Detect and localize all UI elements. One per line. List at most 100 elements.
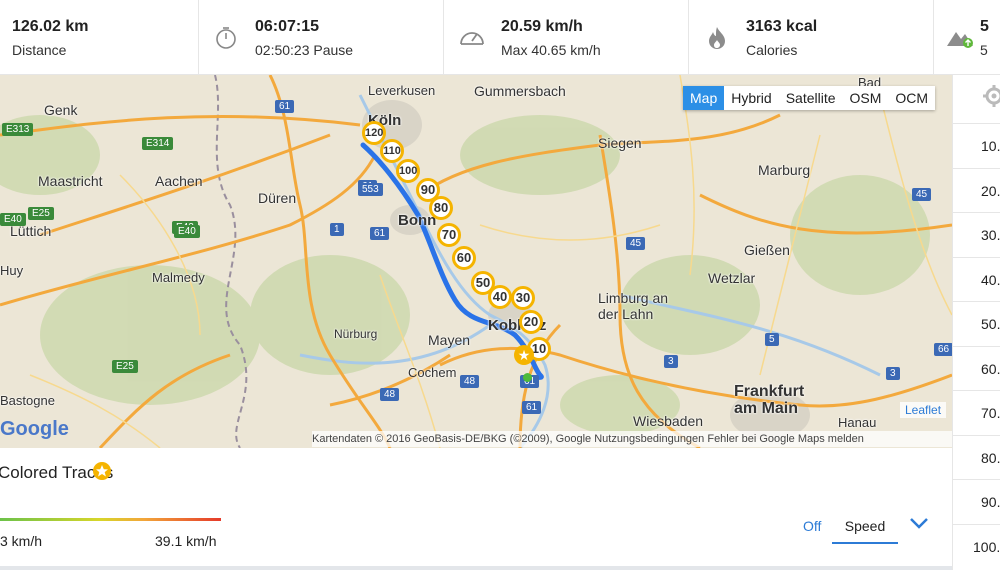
road-shield: 48 (460, 375, 480, 388)
road-shield: E313 (2, 123, 34, 136)
road-shield: 66 (934, 343, 952, 356)
map-attribution[interactable]: Kartendaten © 2016 GeoBasis-DE/BKG (©200… (312, 431, 952, 447)
split-row[interactable]: 40. (953, 256, 1000, 301)
split-row[interactable]: 80. (953, 434, 1000, 479)
road-shield: E314 (142, 137, 174, 150)
bottom-divider (0, 566, 952, 570)
flame-icon (709, 27, 725, 49)
place-label: Huy (0, 263, 24, 278)
stat-duration: 06:07:15 02:50:23 Pause (199, 0, 444, 74)
calories-value: 3163 kcal (746, 18, 818, 35)
split-row[interactable]: 30. (953, 212, 1000, 256)
place-label: Bastogne (0, 393, 55, 408)
split-row-label: 30. (981, 227, 1000, 243)
km-marker[interactable]: 80 (429, 196, 453, 220)
place-label: Wetzlar (708, 270, 756, 286)
place-label: Gummersbach (474, 83, 566, 99)
place-label: Gießen (744, 242, 790, 258)
place-label: Mayen (428, 332, 471, 348)
speed-gradient-bar (0, 518, 221, 521)
distance-label: Distance (12, 42, 67, 58)
road-shield: 3 (886, 367, 900, 380)
gear-icon[interactable] (983, 85, 1000, 107)
place-label: Siegen (598, 135, 642, 151)
max-speed-label: Max 40.65 km/h (501, 42, 601, 58)
split-row-label: 100. (973, 538, 1000, 555)
km-marker[interactable]: 60 (452, 246, 476, 270)
split-row[interactable]: 20. (953, 167, 1000, 212)
stat-distance: 126.02 km Distance (0, 0, 199, 74)
split-row[interactable]: 90. (953, 479, 1000, 523)
road-shield: 45 (912, 188, 932, 201)
split-row[interactable]: 60. (953, 345, 1000, 390)
road-shield: 61 (522, 401, 542, 414)
km-marker[interactable]: 120 (362, 121, 386, 145)
trace-speed-tab[interactable]: Speed (832, 510, 898, 544)
place-label: Wiesbaden (633, 413, 704, 429)
speed-min-label: 3 km/h (0, 533, 43, 549)
split-row-label: 20. (981, 182, 1000, 199)
place-label: Frankfurt am Main (734, 383, 805, 417)
km-marker[interactable]: 110 (380, 139, 404, 163)
road-shield: 61 (275, 100, 295, 113)
km-marker[interactable]: 30 (511, 286, 535, 310)
place-label: Aachen (155, 173, 203, 189)
split-row[interactable]: 70. (953, 390, 1000, 434)
premium-star-icon (93, 462, 111, 480)
road-shield: E25 (28, 207, 54, 220)
road-shield: E40 (174, 225, 200, 238)
stat-calories: 3163 kcal Calories (689, 0, 934, 74)
start-star-marker[interactable]: ★ (514, 345, 534, 365)
road-shield: 48 (380, 388, 400, 401)
km-marker[interactable]: 70 (437, 223, 461, 247)
pause-label: 02:50:23 Pause (255, 42, 354, 58)
place-label: Marburg (758, 162, 811, 178)
split-row[interactable]: 10. (953, 123, 1000, 167)
place-label: Limburg an der Lahn (598, 290, 669, 322)
km-marker[interactable]: 100 (396, 159, 420, 183)
leaflet-link[interactable]: Leaflet (900, 402, 947, 418)
stat-speed: 20.59 km/h Max 40.65 km/h (444, 0, 689, 74)
split-row-label: 50. (981, 316, 1000, 332)
road-shield: 553 (358, 183, 383, 196)
distance-value: 126.02 km (12, 18, 89, 35)
maptype-osm[interactable]: OSM (843, 86, 889, 110)
maptype-hybrid[interactable]: Hybrid (724, 86, 778, 110)
maptype-map[interactable]: Map (683, 86, 725, 110)
place-label: Malmedy (152, 270, 205, 285)
place-label: Hanau (838, 415, 877, 430)
google-logo: Google (0, 418, 69, 440)
stopwatch-icon (216, 27, 236, 49)
avg-speed-value: 20.59 km/h (501, 18, 583, 35)
country-border (214, 75, 248, 448)
trace-off-toggle[interactable]: Off (803, 518, 821, 534)
place-label: Düren (258, 190, 297, 206)
road-shield: 61 (370, 227, 390, 240)
duration-value: 06:07:15 (255, 18, 320, 35)
place-label: Maastricht (38, 173, 103, 189)
road-shield: E25 (112, 360, 138, 373)
split-row-label: 90. (981, 494, 1000, 510)
split-table-panel: 10. 20. 30. 40. 50. 60. 70. 80. 90. 100. (952, 75, 1000, 570)
colored-traces-section: Colored Traces (0, 448, 952, 497)
km-marker[interactable]: 40 (488, 285, 512, 309)
km-marker[interactable]: 20 (519, 310, 543, 334)
road-shield: 5 (765, 333, 779, 346)
split-row[interactable]: 50. (953, 301, 1000, 345)
elevation-value: 5 (980, 18, 989, 35)
elevation-label: 5 (980, 42, 988, 58)
place-label: Nürburg (334, 327, 378, 341)
road-shield: 3 (664, 355, 678, 368)
road-shield: 45 (626, 237, 646, 250)
chevron-down-icon[interactable] (908, 516, 930, 530)
split-row[interactable]: 100. (953, 523, 1000, 568)
split-row-label: 80. (981, 449, 1000, 466)
finish-dot-marker[interactable] (523, 373, 532, 382)
split-row-label: 60. (981, 360, 1000, 377)
place-label: Leverkusen (368, 83, 436, 98)
split-row-label: 40. (981, 271, 1000, 288)
calories-label: Calories (746, 42, 798, 58)
route-map[interactable]: Leverkusen Gummersbach Köln Genk Siegen Bad Ma… (0, 75, 952, 448)
maptype-satellite[interactable]: Satellite (779, 86, 843, 110)
maptype-ocm[interactable]: OCM (888, 86, 935, 110)
